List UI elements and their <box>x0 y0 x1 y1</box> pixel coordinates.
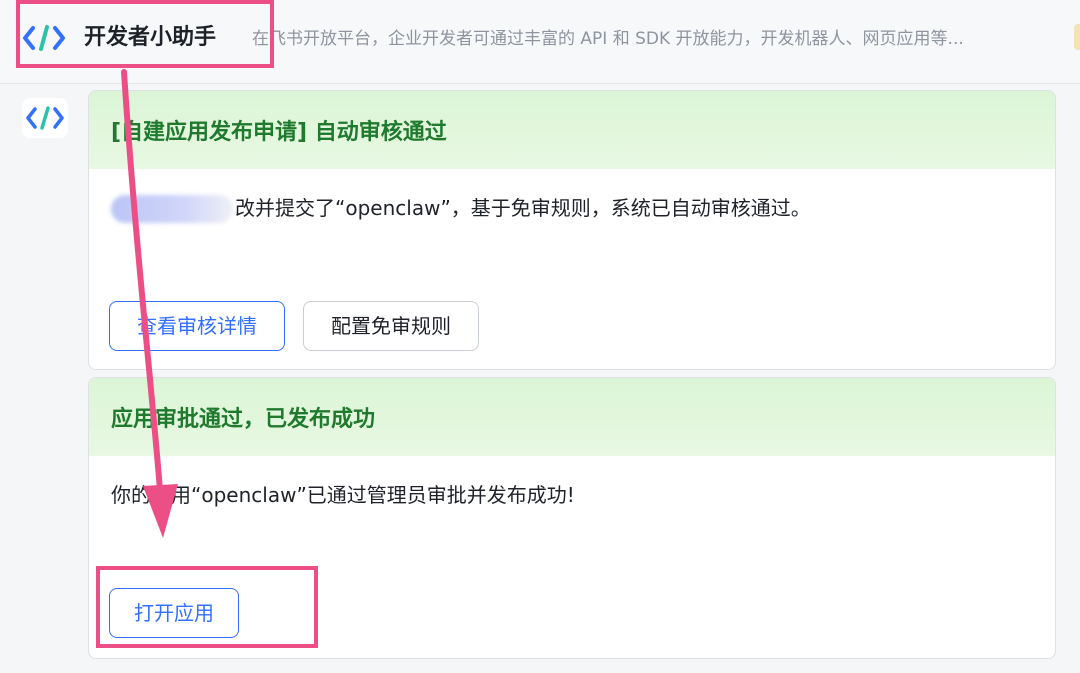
configure-exemption-rules-button[interactable]: 配置免审规则 <box>303 301 479 351</box>
chat-window: 开发者小助手 在飞书开放平台，企业开发者可通过丰富的 API 和 SDK 开放能… <box>0 0 1080 673</box>
card-header: [自建应用发布申请] 自动审核通过 <box>89 91 1055 169</box>
card-body-text: 改并提交了“openclaw”，基于免审规则，系统已自动审核通过。 <box>111 193 1055 223</box>
header-action-badge[interactable] <box>1074 24 1080 50</box>
message-card-auto-approved: [自建应用发布申请] 自动审核通过 改并提交了“openclaw”，基于免审规则… <box>88 90 1056 370</box>
card-title: 应用审批通过，已发布成功 <box>111 407 376 432</box>
code-brackets-icon <box>26 106 64 130</box>
redacted-user-mention <box>111 195 233 223</box>
view-review-details-button[interactable]: 查看审核详情 <box>109 301 285 351</box>
annotation-highlight-box <box>96 566 318 648</box>
card-body: 改并提交了“openclaw”，基于免审规则，系统已自动审核通过。 查看审核详情… <box>89 169 1055 369</box>
annotation-highlight-box <box>16 0 274 68</box>
card-body-text: 你的应用“openclaw”已通过管理员审批并发布成功! <box>111 483 575 507</box>
chat-description: 在飞书开放平台，企业开发者可通过丰富的 API 和 SDK 开放能力，开发机器人… <box>252 29 964 49</box>
card-header: 应用审批通过，已发布成功 <box>89 378 1055 456</box>
bot-avatar[interactable] <box>22 98 68 138</box>
card-title: [自建应用发布申请] 自动审核通过 <box>111 120 447 145</box>
card-body-text-content: 改并提交了“openclaw”，基于免审规则，系统已自动审核通过。 <box>235 196 811 220</box>
